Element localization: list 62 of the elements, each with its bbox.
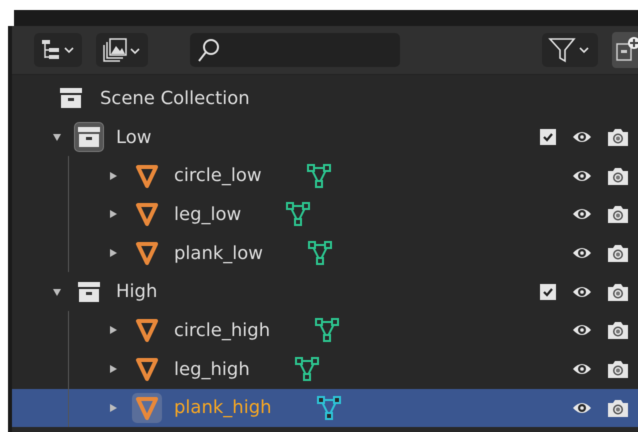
collection-box-icon <box>60 88 82 108</box>
triangle-object-icon <box>135 357 159 382</box>
camera-icon[interactable] <box>608 282 628 301</box>
object-row[interactable]: circle_low <box>12 156 638 196</box>
object-row[interactable]: leg_high <box>12 350 638 388</box>
filter-dropdown[interactable] <box>542 33 598 67</box>
checkbox[interactable] <box>540 129 556 146</box>
camera-icon[interactable] <box>608 321 628 340</box>
display-mode-dropdown[interactable] <box>34 33 82 67</box>
eye-icon[interactable] <box>572 168 592 183</box>
object-row[interactable]: plank_high <box>12 388 638 428</box>
expand-arrow-icon[interactable] <box>108 209 118 220</box>
expand-arrow-icon[interactable] <box>108 364 118 374</box>
object-row[interactable]: plank_low <box>12 234 638 272</box>
checkbox[interactable] <box>540 284 556 300</box>
triangle-object-icon <box>135 241 159 266</box>
object-label[interactable]: leg_low <box>174 204 242 225</box>
search-field[interactable] <box>190 33 400 67</box>
expand-arrow-icon[interactable] <box>108 325 118 336</box>
object-label[interactable]: plank_low <box>174 242 264 264</box>
object-row[interactable]: leg_low <box>12 195 638 234</box>
collection-label[interactable]: Scene Collection <box>100 88 250 109</box>
triangle-object-icon <box>135 202 159 226</box>
object-row[interactable]: circle_high <box>12 311 638 350</box>
object-label[interactable]: circle_high <box>174 320 270 341</box>
object-label[interactable]: circle_low <box>174 165 262 186</box>
expand-arrow-icon[interactable] <box>108 248 118 258</box>
triangle-object-icon <box>135 318 159 342</box>
object-label[interactable]: leg_high <box>174 358 250 380</box>
eye-icon[interactable] <box>572 130 592 144</box>
search-icon <box>196 36 222 64</box>
collapse-arrow-icon[interactable] <box>52 132 62 142</box>
image-filter-dropdown[interactable] <box>96 33 148 67</box>
eye-icon[interactable] <box>572 323 592 338</box>
mesh-data-icon[interactable] <box>307 240 334 266</box>
expand-arrow-icon[interactable] <box>108 170 118 181</box>
expand-arrow-icon[interactable] <box>108 402 118 413</box>
camera-icon[interactable] <box>608 360 628 378</box>
tree-view-icon <box>40 38 76 62</box>
triangle-object-icon <box>135 164 159 188</box>
collection-label[interactable]: High <box>116 281 158 302</box>
collapse-arrow-icon[interactable] <box>52 286 62 297</box>
camera-icon[interactable] <box>608 205 628 224</box>
eye-icon[interactable] <box>572 284 592 299</box>
mesh-data-icon[interactable] <box>306 162 332 189</box>
eye-icon[interactable] <box>572 400 592 415</box>
mesh-data-icon[interactable] <box>314 317 340 344</box>
eye-icon[interactable] <box>572 246 592 260</box>
active-collection-icon[interactable] <box>74 122 104 152</box>
mesh-data-icon[interactable] <box>294 356 320 382</box>
camera-icon[interactable] <box>608 166 628 185</box>
new-collection-button[interactable] <box>612 32 638 68</box>
mesh-data-icon[interactable] <box>285 201 312 228</box>
mesh-data-icon[interactable] <box>316 394 342 421</box>
collection-label[interactable]: Low <box>116 126 152 148</box>
object-label[interactable]: plank_high <box>174 397 272 418</box>
eye-icon[interactable] <box>572 207 592 222</box>
eye-icon[interactable] <box>572 362 592 376</box>
camera-icon[interactable] <box>608 244 628 262</box>
camera-icon[interactable] <box>608 398 628 417</box>
camera-icon[interactable] <box>608 128 628 146</box>
triangle-object-icon <box>135 396 159 420</box>
